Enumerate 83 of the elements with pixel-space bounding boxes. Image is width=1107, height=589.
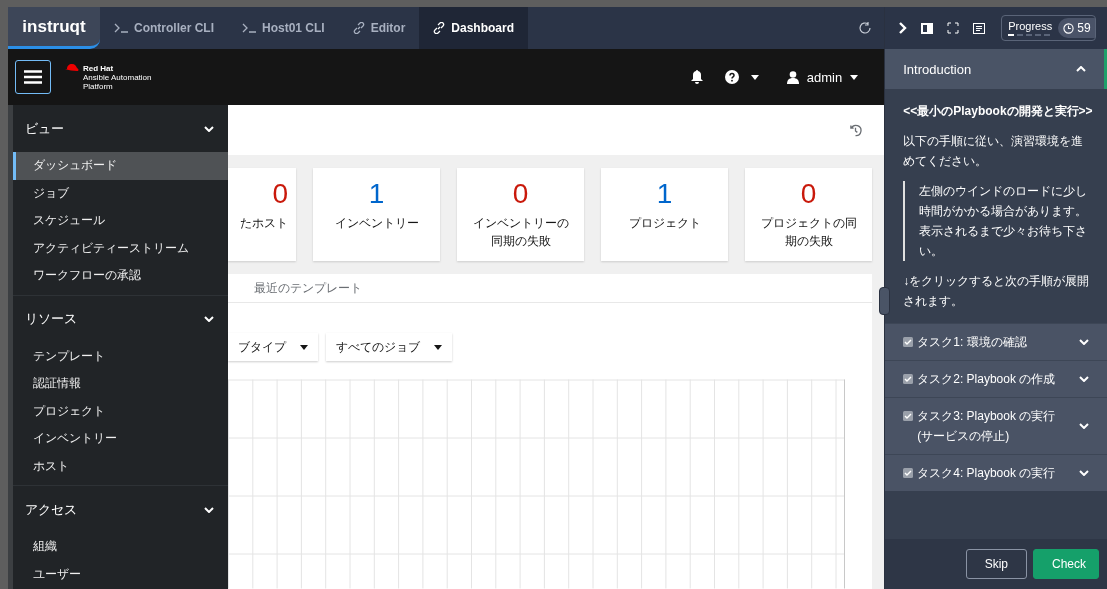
nav-section-toggle[interactable]: ビュー [13, 105, 228, 152]
progress-label: Progress [1008, 20, 1053, 32]
terminal-icon [114, 23, 128, 33]
bell-icon[interactable] [690, 70, 703, 84]
chevron-down-icon [204, 125, 214, 132]
nav-section-toggle[interactable]: アクセス [13, 486, 228, 533]
chevron-down-icon [204, 316, 214, 322]
chevron-down-icon [1079, 339, 1089, 345]
stat-label: たホスト [240, 215, 288, 232]
skip-button[interactable]: Skip [965, 549, 1027, 579]
tab[interactable]: Host01 CLI [228, 7, 339, 49]
terminal-icon [242, 23, 256, 33]
fullscreen-icon[interactable] [947, 22, 960, 34]
tab[interactable]: Controller CLI [100, 7, 228, 49]
stat-label: インベントリーの同期の失敗 [471, 215, 570, 250]
link-icon [433, 22, 446, 34]
task-item[interactable]: タスク3: Playbook の実行 (サービスの停止) [885, 397, 1107, 454]
instruction-text: ↓をクリックすると次の手順が展開されます。 [903, 273, 1091, 310]
task-item[interactable]: タスク1: 環境の確認 [885, 323, 1107, 360]
tab[interactable]: Editor [338, 7, 420, 49]
stat-card[interactable]: 1 インベントリー [313, 168, 440, 261]
stat-value: 0 [800, 178, 817, 210]
clock-icon [1063, 22, 1075, 34]
chevron-down-icon [1079, 423, 1089, 429]
nav-item[interactable]: ホスト [13, 452, 228, 480]
instruction-text: 以下の手順に従い、演習環境を進めてください。 [903, 133, 1085, 170]
nav-item[interactable]: アクティビティーストリーム [13, 234, 228, 262]
chevron-down-icon [1079, 376, 1089, 382]
chevron-right-icon[interactable] [899, 22, 908, 34]
note-quote: 左側のウインドのロードに少し時間がかかる場合があります。表示されるまで少々お待ち下さい。 [903, 181, 1093, 261]
task-item[interactable]: タスク2: Playbook の作成 [885, 360, 1107, 397]
nav-section-toggle[interactable]: リソース [13, 295, 228, 343]
nav-item[interactable]: テンプレート [13, 342, 228, 370]
hat-icon [65, 63, 79, 73]
section-header[interactable]: Introduction [885, 49, 1107, 89]
chevron-up-icon [1076, 66, 1086, 72]
nav-item[interactable]: ワークフローの承認 [13, 262, 228, 290]
chevron-down-icon [1079, 470, 1089, 476]
menu-button[interactable] [15, 60, 51, 94]
refresh-icon[interactable] [858, 21, 873, 35]
caret-icon [850, 74, 859, 80]
nav-item[interactable]: 組織 [13, 533, 228, 561]
stat-label: インベントリー [333, 215, 420, 232]
user-icon [786, 70, 799, 84]
nav-item[interactable]: 認証情報 [13, 370, 228, 398]
stat-value: 0 [512, 178, 529, 210]
caret-icon [434, 344, 442, 350]
menu-icon [24, 70, 42, 84]
task-item[interactable]: タスク4: Playbook の実行 [885, 454, 1107, 491]
stat-card[interactable]: 0 プロジェクトの同期の失敗 [745, 168, 872, 261]
nav-item[interactable]: ジョブ [13, 179, 228, 207]
nav-item[interactable]: プロジェクト [13, 397, 228, 425]
company-name: Red Hat [83, 63, 115, 73]
content-tab[interactable]: 最近のテンプレート [248, 278, 368, 298]
layout-icon[interactable] [921, 22, 934, 34]
product-name: Ansible Automation Platform [83, 72, 153, 91]
stat-label: プロジェクト [627, 215, 702, 232]
caret-icon [750, 74, 759, 80]
stat-card[interactable]: 0 インベントリーの同期の失敗 [457, 168, 584, 261]
stat-label: プロジェクトの同期の失敗 [759, 215, 858, 250]
stat-card[interactable]: 1 プロジェクト [601, 168, 728, 261]
drag-handle[interactable] [879, 287, 891, 315]
user-menu[interactable]: admin [780, 68, 865, 86]
stat-card[interactable]: 0 たホスト [228, 168, 296, 261]
filter-dropdown[interactable]: ブタイプ [228, 333, 318, 361]
notes-icon[interactable] [973, 22, 986, 34]
stat-value: 0 [272, 178, 288, 210]
help-button[interactable] [724, 70, 759, 84]
stat-value: 1 [656, 178, 673, 210]
history-icon[interactable] [849, 123, 863, 137]
tab[interactable]: Dashboard [419, 7, 529, 49]
timer: 59 [1058, 18, 1095, 38]
nav-item[interactable]: スケジュール [13, 207, 228, 235]
filter-dropdown[interactable]: すべてのジョブ [326, 333, 452, 361]
chevron-down-icon [204, 506, 214, 513]
assignment-title: <<最小のPlaybookの開発と実行>> [903, 103, 1093, 120]
stat-value: 1 [368, 178, 385, 210]
nav-item[interactable]: インベントリー [13, 425, 228, 453]
instruqt-logo[interactable]: instruqt [8, 7, 100, 49]
link-icon [352, 22, 365, 34]
nav-item[interactable]: ダッシュボード [13, 152, 228, 180]
nav-item[interactable]: ユーザー [13, 560, 228, 588]
caret-icon [300, 344, 308, 350]
